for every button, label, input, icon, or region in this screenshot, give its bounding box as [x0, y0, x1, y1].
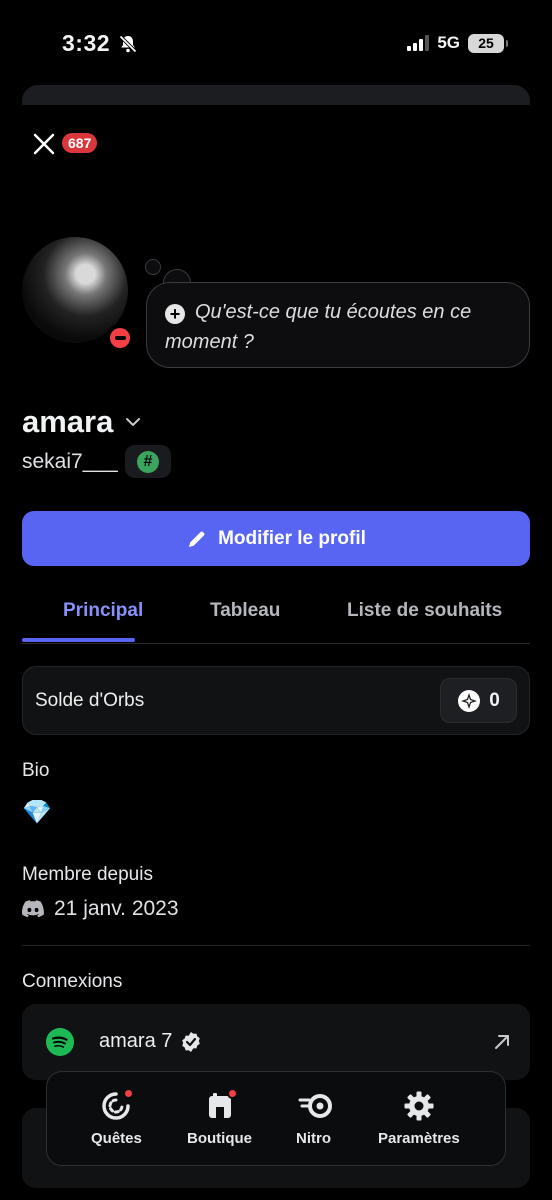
bell-muted-icon	[119, 34, 137, 53]
nav-shop[interactable]: Boutique	[187, 1088, 252, 1147]
nav-nitro-label: Nitro	[296, 1130, 331, 1147]
dnd-status-icon	[106, 324, 134, 352]
battery-level: 25	[478, 35, 494, 51]
bubble-dot	[145, 259, 161, 275]
profile-tabs: Principal Tableau Liste de souhaits	[22, 596, 530, 644]
display-name-text: amara	[22, 404, 114, 439]
member-since-date: 21 janv. 2023	[54, 897, 179, 920]
status-time: 3:32	[62, 30, 138, 57]
edit-profile-button[interactable]: Modifier le profil	[22, 511, 530, 566]
time-text: 3:32	[62, 30, 111, 56]
bio-title: Bio	[22, 760, 50, 781]
status-bubble-text: Qu'est-ce que tu écoutes en ce moment ?	[165, 301, 472, 353]
status-indicators: 5G 25	[407, 33, 508, 53]
nav-settings-label: Paramètres	[378, 1130, 460, 1147]
signal-icon	[407, 35, 430, 51]
connection-name: amara 7	[99, 1030, 173, 1052]
active-tab-indicator	[22, 638, 135, 642]
nav-quests[interactable]: Quêtes	[91, 1088, 142, 1147]
notification-badge: 687	[62, 133, 98, 153]
network-type: 5G	[437, 33, 460, 52]
status-bubble[interactable]: + Qu'est-ce que tu écoutes en ce moment ?	[146, 282, 530, 368]
orb-icon	[458, 689, 481, 712]
discord-icon	[22, 900, 44, 918]
close-icon[interactable]	[30, 130, 58, 158]
hashtag-badge[interactable]: #	[125, 445, 171, 478]
nav-settings[interactable]: Paramètres	[378, 1090, 460, 1147]
orbs-balance-card: Solde d'Orbs 0	[22, 666, 530, 735]
nav-nitro[interactable]: Nitro	[296, 1090, 332, 1147]
tab-principal[interactable]: Principal	[63, 600, 143, 622]
spotify-icon	[46, 1028, 74, 1056]
display-name[interactable]: amara	[22, 404, 141, 440]
sheet-handle-area	[22, 85, 530, 105]
connection-spotify[interactable]: amara 7	[22, 1004, 530, 1080]
nitro-icon	[298, 1094, 332, 1118]
gear-icon	[404, 1091, 434, 1121]
status-bar: 3:32 5G 25	[0, 0, 552, 90]
hashtag-icon: #	[137, 450, 159, 473]
orbs-label: Solde d'Orbs	[35, 689, 145, 711]
orbs-balance-button[interactable]: 0	[440, 678, 517, 723]
orbs-value: 0	[489, 689, 500, 711]
edit-profile-label: Modifier le profil	[218, 527, 366, 549]
bottom-nav: Quêtes Boutique Nitro Paramètres	[46, 1071, 506, 1166]
external-link-icon[interactable]	[492, 1032, 512, 1052]
notification-dot	[123, 1088, 135, 1099]
nav-shop-label: Boutique	[187, 1130, 252, 1147]
chevron-down-icon	[126, 418, 141, 426]
connections-title: Connexions	[22, 971, 123, 992]
bio-content: 💎	[22, 799, 52, 826]
verified-icon	[182, 1031, 201, 1052]
tab-wishlist[interactable]: Liste de souhaits	[347, 600, 502, 622]
member-since-row: 21 janv. 2023	[22, 897, 179, 921]
username: sekai7___	[22, 450, 118, 473]
member-since-title: Membre depuis	[22, 864, 153, 885]
battery-icon: 25	[468, 33, 508, 53]
pencil-icon	[189, 531, 205, 547]
notification-dot	[226, 1088, 238, 1099]
tab-tableau[interactable]: Tableau	[210, 600, 280, 622]
plus-icon: +	[165, 304, 185, 324]
connection-name-row: amara 7	[99, 1030, 202, 1053]
divider	[22, 945, 530, 946]
nav-quests-label: Quêtes	[91, 1130, 142, 1147]
